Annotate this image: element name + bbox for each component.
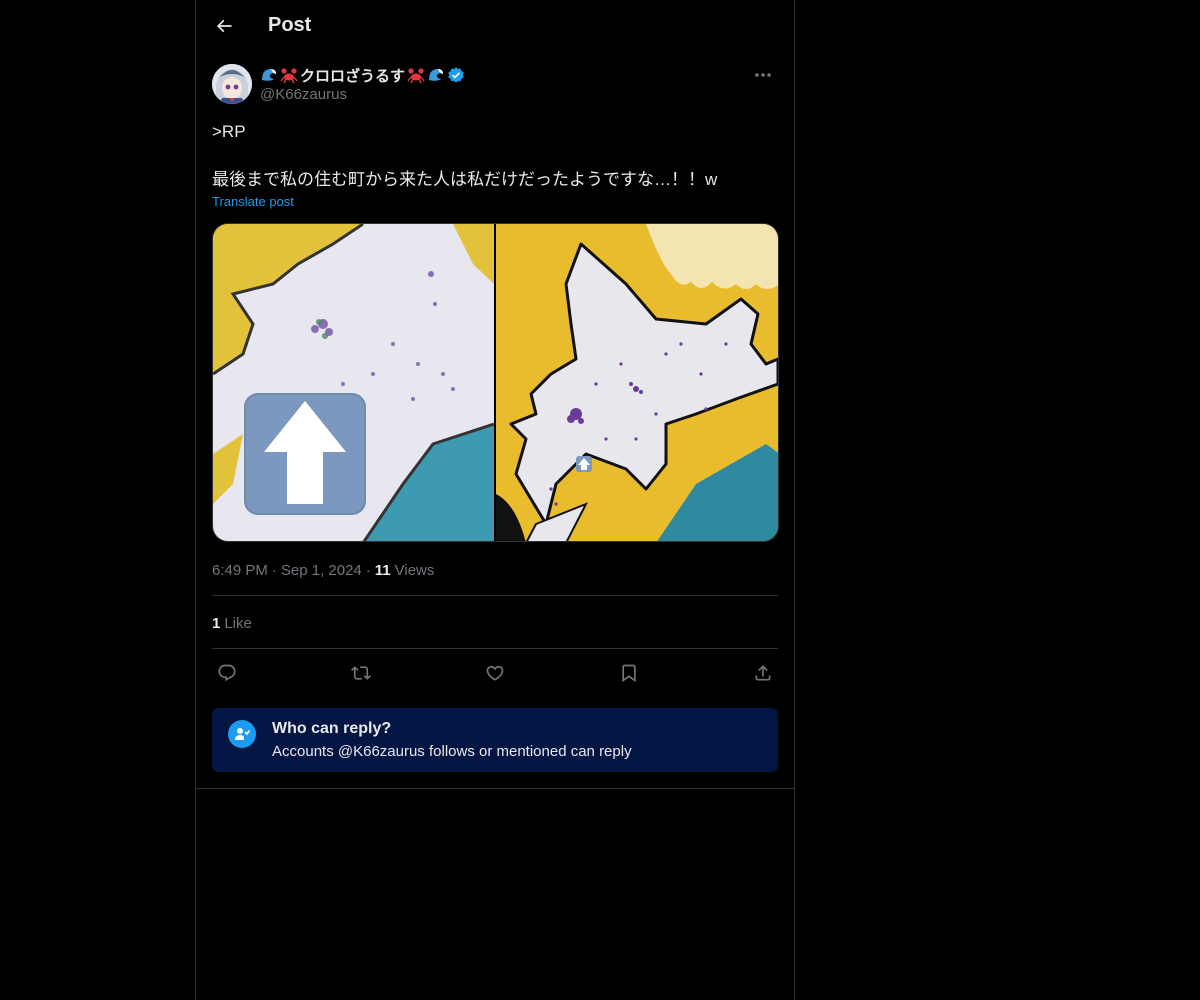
wave-emoji-icon xyxy=(260,66,278,84)
more-dots-icon xyxy=(755,73,771,77)
repost-button[interactable] xyxy=(346,658,376,688)
bookmark-icon xyxy=(622,664,636,683)
repost-icon xyxy=(351,666,371,680)
reply-icon xyxy=(218,664,236,682)
page-title: Post xyxy=(268,14,312,36)
post-author: クロロざうるす @K66zaurus xyxy=(212,64,778,108)
post-date[interactable]: Sep 1, 2024 xyxy=(281,562,362,579)
media-image-right[interactable] xyxy=(496,224,778,541)
wave-emoji-icon xyxy=(427,66,445,84)
reply-restriction-description: Accounts @K66zaurus follows or mentioned… xyxy=(272,743,632,760)
post-text-line: >RP xyxy=(212,122,246,141)
media-image-left[interactable] xyxy=(213,224,494,541)
divider xyxy=(196,788,794,789)
like-icon xyxy=(486,665,504,681)
views-count: 11 xyxy=(374,561,391,579)
likes-label: Like xyxy=(224,614,252,632)
divider xyxy=(212,648,778,649)
bookmark-button[interactable] xyxy=(614,658,644,688)
views-label: Views xyxy=(394,561,435,579)
share-button[interactable] xyxy=(748,658,778,688)
crab-emoji-icon xyxy=(280,66,298,84)
display-name-text: クロロざうるす xyxy=(300,67,406,85)
post-time[interactable]: 6:49 PM xyxy=(212,562,268,579)
verified-badge-icon xyxy=(447,66,465,84)
divider xyxy=(212,595,778,596)
more-options-button[interactable] xyxy=(748,64,778,86)
main-column: Post クロロざうるす @K66zaurus >RP 最後まで私の住む町から来… xyxy=(195,0,795,1000)
post-text: >RP 最後まで私の住む町から来た人は私だけだったようですな…！！w xyxy=(212,120,778,192)
back-button[interactable] xyxy=(206,8,242,44)
share-icon xyxy=(755,665,771,681)
likes-count: 1 xyxy=(212,614,221,632)
like-button[interactable] xyxy=(480,658,510,688)
mention-user-icon xyxy=(228,720,256,748)
top-bar: Post xyxy=(196,0,794,54)
translate-post-link[interactable]: Translate post xyxy=(212,194,294,209)
action-bar xyxy=(212,658,778,688)
post-media[interactable] xyxy=(212,223,779,542)
avatar[interactable] xyxy=(212,64,252,104)
post-timestamp-row: 6:49 PM · Sep 1, 2024 · 11 Views xyxy=(212,561,435,579)
back-arrow-icon xyxy=(216,19,232,33)
crab-emoji-icon xyxy=(407,66,425,84)
post-text-line: 最後まで私の住む町から来た人は私だけだったようですな…！！w xyxy=(212,170,718,189)
reply-restriction-notice: Who can reply? Accounts @K66zaurus follo… xyxy=(212,708,778,772)
author-handle[interactable]: @K66zaurus xyxy=(260,86,347,103)
reply-button[interactable] xyxy=(212,658,242,688)
likes-summary[interactable]: 1 Like xyxy=(212,613,252,633)
display-name[interactable]: クロロざうるす xyxy=(260,64,465,86)
reply-restriction-title: Who can reply? xyxy=(272,720,392,737)
